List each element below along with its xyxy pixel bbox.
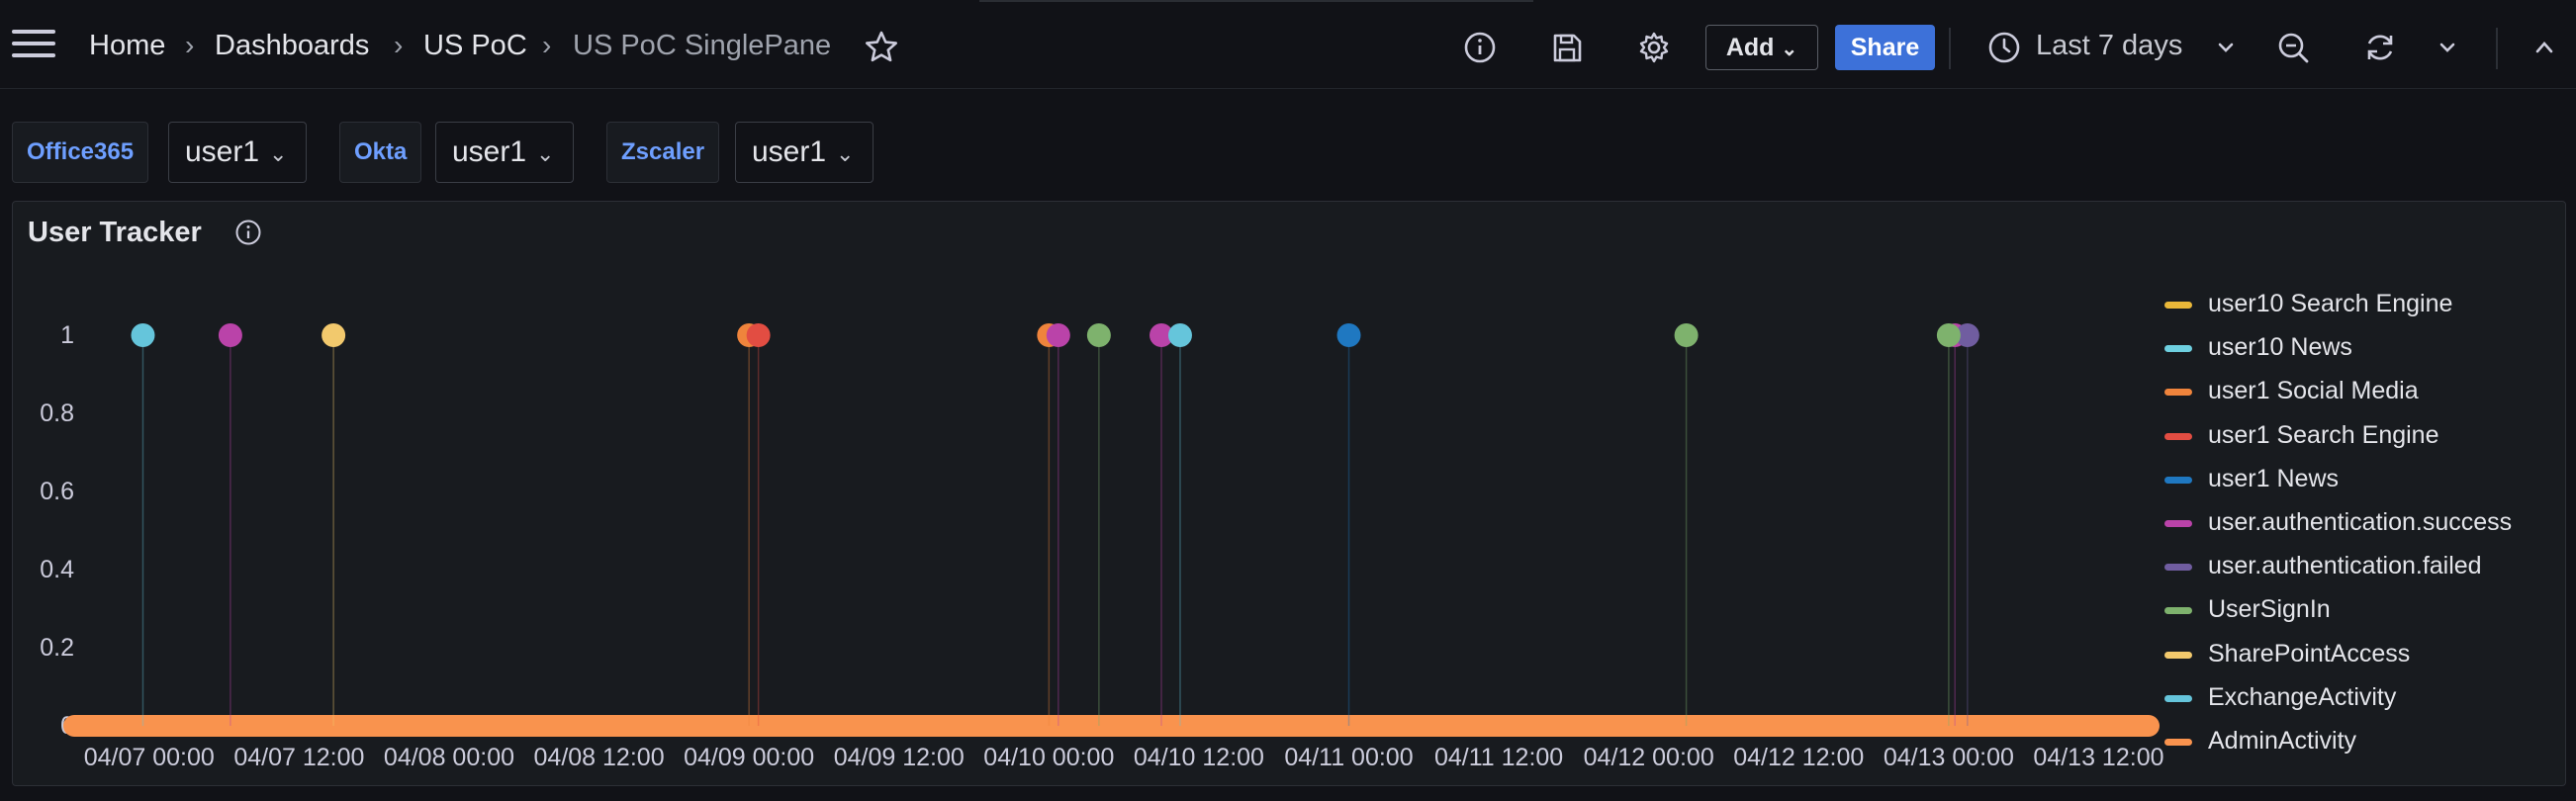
x-tick-label: 04/09 00:00 <box>684 744 815 771</box>
legend-label: AdminActivity <box>2208 727 2357 755</box>
breadcrumb-folder[interactable]: US PoC <box>423 30 527 62</box>
variable-select-office365[interactable]: user1 ⌄ <box>168 122 307 183</box>
breadcrumb-separator: › <box>185 30 195 60</box>
menu-icon[interactable] <box>12 30 55 65</box>
breadcrumb-dashboards[interactable]: Dashboards <box>215 30 369 62</box>
collapse-chevron-up-icon[interactable] <box>2527 30 2562 65</box>
legend-label: user10 News <box>2208 333 2352 362</box>
x-tick-label: 04/12 12:00 <box>1733 744 1865 771</box>
legend-label: user.authentication.success <box>2208 508 2513 536</box>
legend-label: user1 News <box>2208 464 2339 492</box>
chevron-down-icon: ⌄ <box>536 141 555 166</box>
x-tick-label: 04/13 12:00 <box>2033 744 2164 771</box>
time-range-chevron-icon[interactable] <box>2208 30 2244 65</box>
x-tick-label: 04/07 12:00 <box>233 744 365 771</box>
x-tick-label: 04/12 00:00 <box>1583 744 1714 771</box>
star-icon[interactable] <box>864 30 899 65</box>
legend-swatch <box>2164 345 2192 353</box>
variable-label-office365: Office365 <box>12 122 149 183</box>
add-button-label: Add <box>1725 34 1775 61</box>
variable-value: user1 <box>185 135 260 168</box>
y-tick-label: 0.6 <box>40 478 74 505</box>
legend-label: user.authentication.failed <box>2208 552 2482 580</box>
x-tick-label: 04/11 00:00 <box>1284 744 1414 771</box>
variable-select-okta[interactable]: user1 ⌄ <box>435 122 574 183</box>
chevron-down-icon: ⌄ <box>836 141 855 166</box>
legend-label: UserSignIn <box>2208 595 2331 624</box>
zoom-out-icon[interactable] <box>2275 30 2311 65</box>
y-tick-label: 1 <box>60 321 74 349</box>
time-range-picker[interactable]: Last 7 days <box>2036 30 2182 62</box>
y-tick-label: 0.8 <box>40 400 74 427</box>
toolbar-divider <box>1949 28 1951 69</box>
x-tick-label: 04/09 12:00 <box>833 744 965 771</box>
legend-swatch <box>2164 302 2192 309</box>
toolbar-divider <box>2496 28 2498 69</box>
settings-gear-icon[interactable] <box>1636 30 1672 65</box>
top-navbar <box>0 0 2576 89</box>
legend-swatch <box>2164 564 2192 572</box>
x-tick-label: 04/10 12:00 <box>1133 744 1264 771</box>
top-divider <box>979 0 1533 2</box>
x-tick-label: 04/08 00:00 <box>383 744 515 771</box>
legend-swatch <box>2164 432 2192 440</box>
breadcrumb-separator: › <box>542 30 552 60</box>
legend-swatch <box>2164 739 2192 746</box>
breadcrumb-current: US PoC SinglePane <box>573 30 832 61</box>
panel-info-icon[interactable] <box>233 218 263 247</box>
legend-label: ExchangeActivity <box>2208 682 2397 711</box>
x-tick-label: 04/11 12:00 <box>1433 744 1564 771</box>
x-tick-label: 04/07 00:00 <box>83 744 215 771</box>
variable-value: user1 <box>452 135 527 168</box>
add-button[interactable]: Add ⌄ <box>1705 25 1818 70</box>
y-tick-label: 0.4 <box>40 556 74 583</box>
clock-icon[interactable] <box>1986 30 2022 65</box>
legend-swatch <box>2164 651 2192 659</box>
variable-value: user1 <box>752 135 827 168</box>
chevron-down-icon: ⌄ <box>269 141 288 166</box>
refresh-interval-chevron-icon[interactable] <box>2430 30 2465 65</box>
variable-select-zscaler[interactable]: user1 ⌄ <box>735 122 874 183</box>
variable-label-zscaler: Zscaler <box>606 122 720 183</box>
legend-swatch <box>2164 607 2192 615</box>
x-tick-label: 04/13 00:00 <box>1883 744 2014 771</box>
legend-swatch <box>2164 476 2192 484</box>
legend-swatch <box>2164 389 2192 397</box>
legend-label: user1 Search Engine <box>2208 420 2439 449</box>
x-tick-label: 04/08 12:00 <box>533 744 665 771</box>
dashboard-info-icon[interactable] <box>1462 30 1498 65</box>
x-tick-label: 04/10 00:00 <box>983 744 1115 771</box>
save-icon[interactable] <box>1549 30 1585 65</box>
refresh-icon[interactable] <box>2362 30 2398 65</box>
chevron-down-icon: ⌄ <box>1781 39 1798 60</box>
legend-label: user1 Social Media <box>2208 377 2419 405</box>
legend-label: SharePointAccess <box>2208 639 2411 668</box>
legend-swatch <box>2164 694 2192 702</box>
legend-swatch <box>2164 520 2192 527</box>
variable-label-okta: Okta <box>339 122 422 183</box>
y-tick-label: 0.2 <box>40 634 74 662</box>
share-button[interactable]: Share <box>1835 25 1935 70</box>
y-tick-label: 0 <box>60 712 74 740</box>
breadcrumb-home[interactable]: Home <box>89 30 165 62</box>
panel-title: User Tracker <box>28 217 202 248</box>
legend-label: user10 Search Engine <box>2208 290 2453 317</box>
breadcrumb-separator: › <box>394 30 404 60</box>
